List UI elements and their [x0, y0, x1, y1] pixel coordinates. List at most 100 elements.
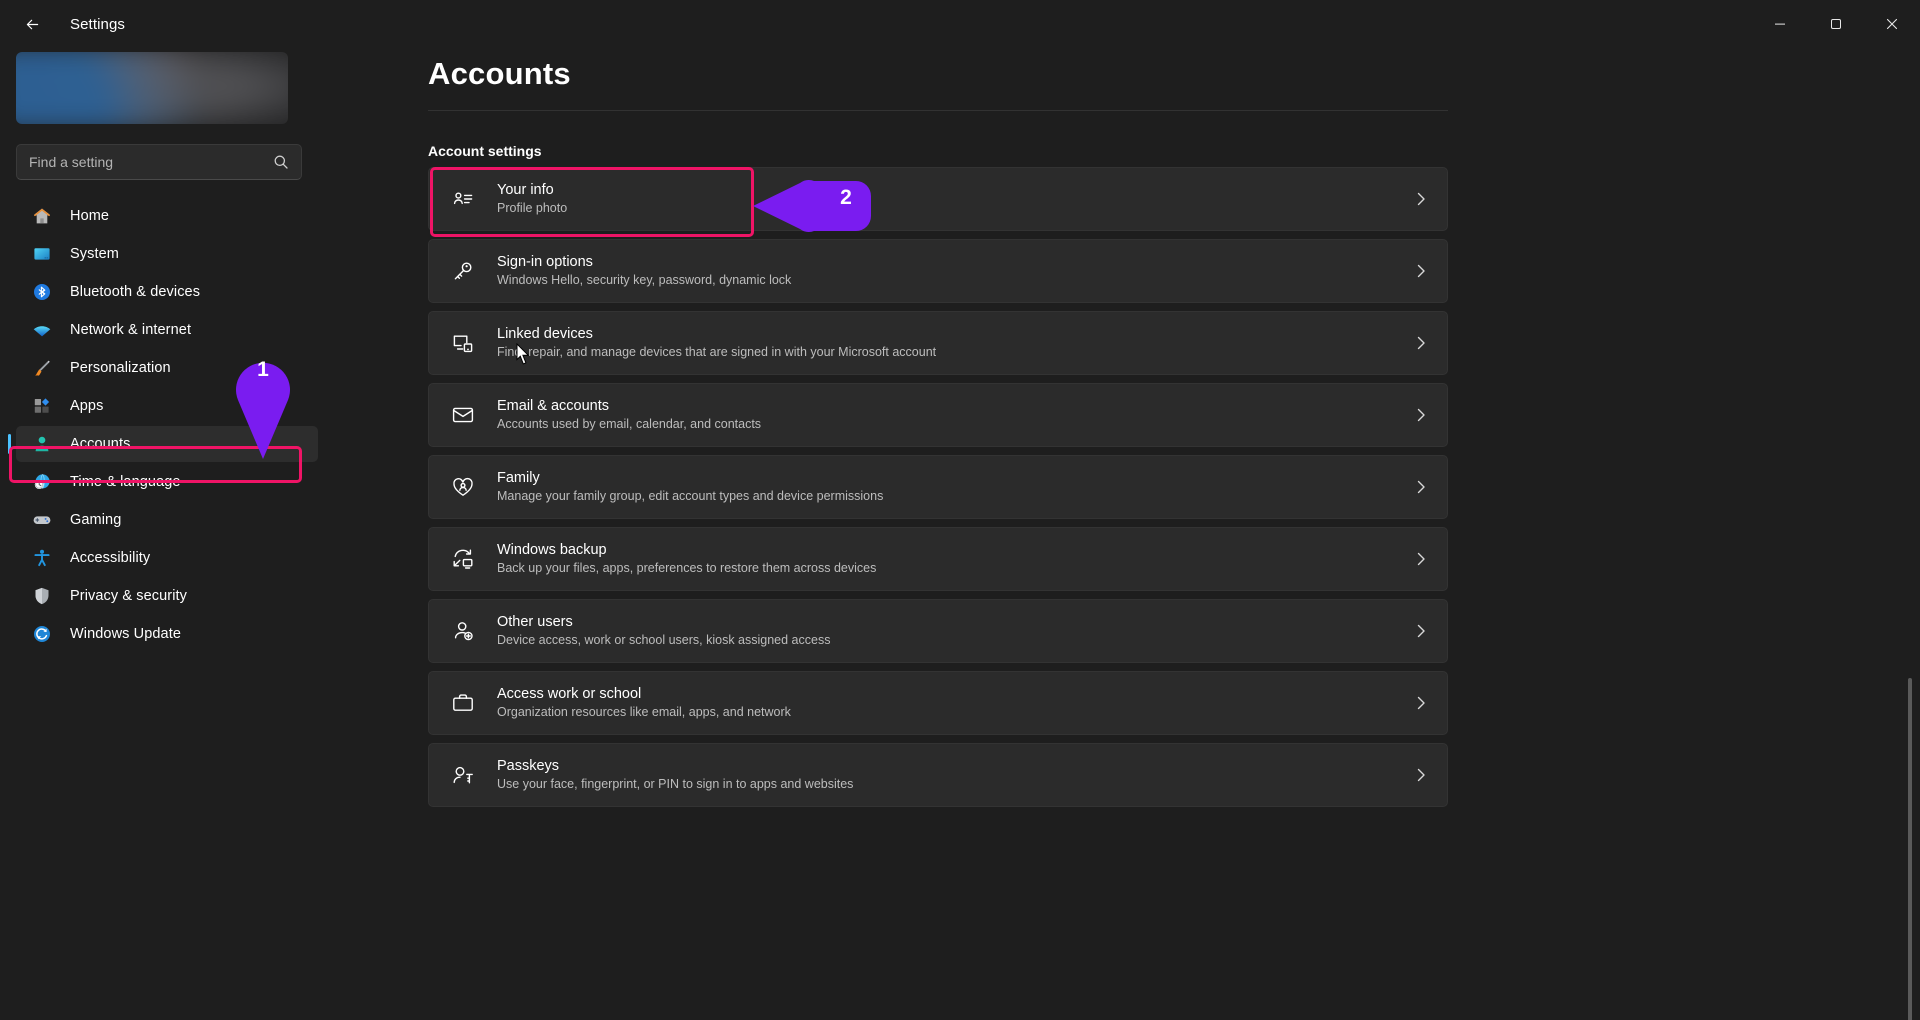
- row-title: Linked devices: [497, 326, 593, 343]
- sidebar-item-gaming[interactable]: Gaming: [16, 502, 318, 538]
- key-icon: [449, 257, 477, 285]
- settings-row-windows-backup[interactable]: Windows backup Back up your files, apps,…: [428, 527, 1448, 591]
- row-title: Windows backup: [497, 542, 607, 559]
- sidebar-item-home[interactable]: Home: [16, 198, 318, 234]
- sidebar-item-label: Windows Update: [70, 626, 182, 642]
- search-box[interactable]: [16, 144, 302, 180]
- apps-icon: [32, 396, 52, 416]
- window-controls: [1752, 0, 1920, 48]
- settings-list: Your info Profile photo Sign-in options …: [428, 167, 1448, 815]
- sidebar-item-accounts[interactable]: Accounts: [8, 426, 318, 462]
- chevron-right-icon: [1417, 552, 1425, 566]
- home-icon: [32, 206, 52, 226]
- row-text: Email & accounts Accounts used by email,…: [497, 398, 1413, 431]
- sidebar-item-label: Gaming: [70, 512, 122, 528]
- row-title: Email & accounts: [497, 398, 610, 415]
- sidebar-item-label: Personalization: [70, 360, 171, 376]
- linked-devices-icon: [449, 329, 477, 357]
- backup-icon: [449, 545, 477, 573]
- chevron-right-icon: [1417, 192, 1425, 206]
- row-title: Access work or school: [497, 686, 642, 703]
- back-button[interactable]: [10, 8, 54, 40]
- search-input[interactable]: [29, 154, 273, 170]
- accessibility-person-icon: [32, 548, 52, 568]
- passkey-icon: [449, 761, 477, 789]
- chevron-right-icon: [1417, 768, 1425, 782]
- chevron-right-icon: [1417, 624, 1425, 638]
- row-title: Your info: [497, 182, 554, 199]
- briefcase-icon: [449, 689, 477, 717]
- sidebar-item-label: Apps: [70, 398, 104, 414]
- main-content: Accounts Account settings Your info Prof…: [330, 48, 1920, 1020]
- search-container: [16, 144, 302, 180]
- user-profile-card[interactable]: [16, 52, 288, 124]
- avatar: [16, 52, 288, 124]
- sidebar-item-label: Bluetooth & devices: [70, 284, 201, 300]
- settings-row-sign-in-options[interactable]: Sign-in options Windows Hello, security …: [428, 239, 1448, 303]
- sidebar-item-label: Accessibility: [70, 550, 151, 566]
- envelope-icon: [449, 401, 477, 429]
- gamepad-icon: [32, 510, 52, 530]
- sidebar-item-windows-update[interactable]: Windows Update: [16, 616, 318, 652]
- family-heart-icon: [449, 473, 477, 501]
- sidebar-item-privacy-security[interactable]: Privacy & security: [16, 578, 318, 614]
- row-subtitle: Accounts used by email, calendar, and co…: [497, 417, 762, 432]
- close-icon: [1886, 18, 1898, 30]
- chevron-right-icon: [1417, 480, 1425, 494]
- minimize-icon: [1775, 23, 1785, 25]
- windows-update-icon: [32, 624, 52, 644]
- paintbrush-icon: [32, 358, 52, 378]
- row-subtitle: Manage your family group, edit account t…: [497, 489, 884, 504]
- sidebar-item-personalization[interactable]: Personalization: [16, 350, 318, 386]
- settings-row-email-accounts[interactable]: Email & accounts Accounts used by email,…: [428, 383, 1448, 447]
- row-title: Passkeys: [497, 758, 560, 775]
- sidebar-item-system[interactable]: System: [16, 236, 318, 272]
- window-title: Settings: [70, 15, 125, 33]
- row-text: Sign-in options Windows Hello, security …: [497, 254, 1413, 287]
- scrollbar-thumb[interactable]: [1908, 678, 1912, 1020]
- sidebar-item-network-internet[interactable]: Network & internet: [16, 312, 318, 348]
- row-title: Sign-in options: [497, 254, 593, 271]
- row-subtitle: Organization resources like email, apps,…: [497, 705, 791, 720]
- close-button[interactable]: [1864, 0, 1920, 48]
- sidebar-item-label: Network & internet: [70, 322, 192, 338]
- sidebar-item-time-language[interactable]: Time & language: [16, 464, 318, 500]
- settings-row-other-users[interactable]: Other users Device access, work or schoo…: [428, 599, 1448, 663]
- sidebar-item-label: Time & language: [70, 474, 181, 490]
- chevron-right-icon: [1417, 408, 1425, 422]
- sidebar-nav: Home System Bluetooth & devices Network …: [0, 196, 330, 654]
- sidebar-item-label: Accounts: [70, 436, 131, 452]
- settings-row-linked-devices[interactable]: Linked devices Find, repair, and manage …: [428, 311, 1448, 375]
- row-subtitle: Profile photo: [497, 201, 568, 216]
- back-arrow-icon: [26, 19, 38, 29]
- search-icon: [274, 155, 288, 169]
- settings-row-family[interactable]: Family Manage your family group, edit ac…: [428, 455, 1448, 519]
- page-title: Accounts: [428, 56, 571, 91]
- chevron-right-icon: [1417, 696, 1425, 710]
- row-text: Your info Profile photo: [497, 182, 1413, 215]
- row-title: Other users: [497, 614, 573, 631]
- row-text: Access work or school Organization resou…: [497, 686, 1413, 719]
- network-icon: [32, 320, 52, 340]
- minimize-button[interactable]: [1752, 0, 1808, 48]
- sidebar-item-bluetooth-devices[interactable]: Bluetooth & devices: [16, 274, 318, 310]
- system-icon: [32, 244, 52, 264]
- row-subtitle: Windows Hello, security key, password, d…: [497, 273, 792, 288]
- clock-globe-icon: [32, 472, 52, 492]
- settings-row-access-work-or-school[interactable]: Access work or school Organization resou…: [428, 671, 1448, 735]
- sidebar-item-accessibility[interactable]: Accessibility: [16, 540, 318, 576]
- shield-icon: [32, 586, 52, 606]
- row-text: Other users Device access, work or schoo…: [497, 614, 1413, 647]
- row-text: Windows backup Back up your files, apps,…: [497, 542, 1413, 575]
- sidebar-item-label: System: [70, 246, 119, 262]
- row-text: Family Manage your family group, edit ac…: [497, 470, 1413, 503]
- scrollbar-track[interactable]: [1908, 348, 1916, 1020]
- row-text: Passkeys Use your face, fingerprint, or …: [497, 758, 1413, 791]
- maximize-icon: [1831, 19, 1841, 29]
- sidebar-item-apps[interactable]: Apps: [16, 388, 318, 424]
- settings-row-your-info[interactable]: Your info Profile photo: [428, 167, 1448, 231]
- add-user-icon: [449, 617, 477, 645]
- settings-row-passkeys[interactable]: Passkeys Use your face, fingerprint, or …: [428, 743, 1448, 807]
- maximize-button[interactable]: [1808, 0, 1864, 48]
- bluetooth-icon: [32, 282, 52, 302]
